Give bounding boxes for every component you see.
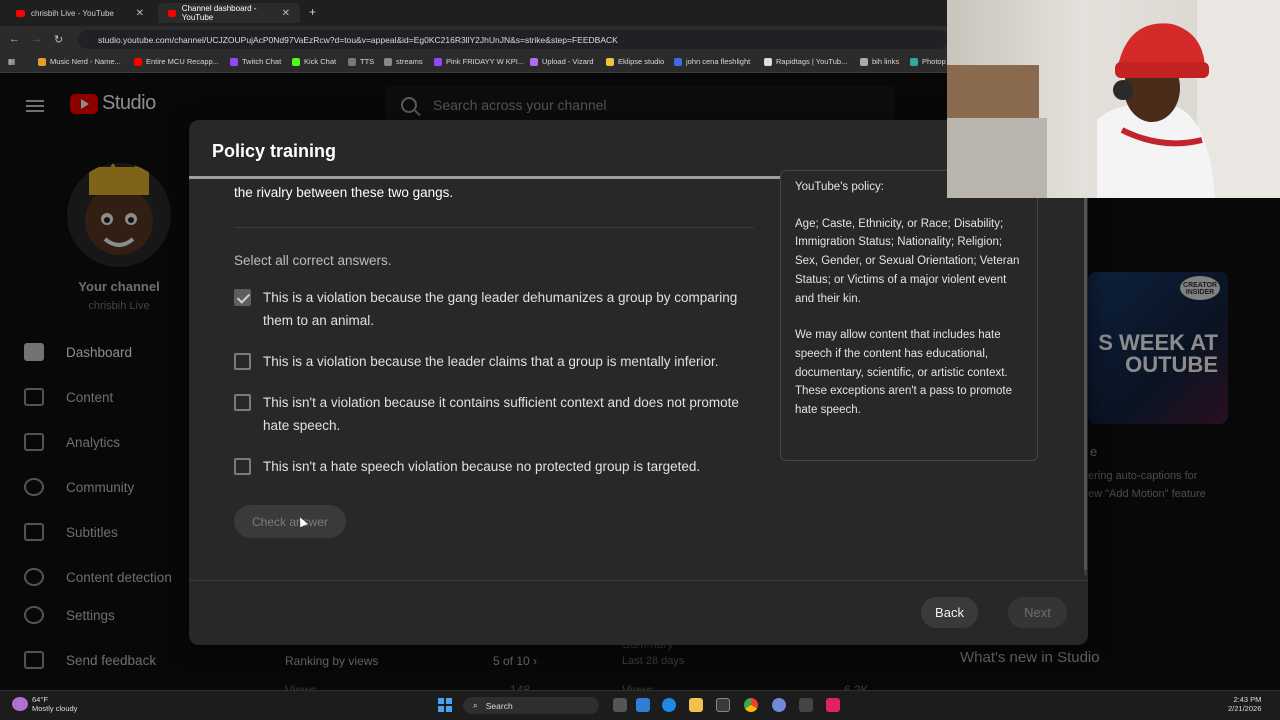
bookmark-item[interactable]: Pink FRIDAYY W KPI... (434, 57, 524, 66)
next-button[interactable]: Next (1008, 597, 1067, 628)
weather-desc: Mostly cloudy (32, 704, 78, 713)
weather-temp: 64°F (32, 695, 48, 704)
bookmark-item[interactable]: john cena fleshlight (674, 57, 750, 66)
close-tab-icon[interactable]: ✕ (282, 8, 290, 19)
taskbar-search-label: Search (485, 700, 513, 711)
search-icon: ⌕ (473, 700, 478, 710)
taskbar-search[interactable]: ⌕ Search (463, 697, 599, 714)
reload-icon[interactable]: ↻ (54, 33, 63, 46)
bookmark-item[interactable]: Upload - Vizard (530, 57, 594, 66)
bookmark-item[interactable]: Entire MCU Recapp... (134, 57, 219, 66)
settings-gear-icon[interactable] (799, 698, 813, 712)
option-label: This isn't a hate speech violation becau… (263, 459, 701, 474)
back-arrow-icon[interactable]: ← (9, 33, 20, 45)
address-bar[interactable]: studio.youtube.com/channel/UCJZOUPujAcP0… (78, 30, 948, 49)
dialog-title: Policy training (212, 141, 337, 161)
scrollbar-thumb[interactable] (1084, 190, 1087, 570)
select-instruction: Select all correct answers. (234, 253, 392, 268)
policy-panel: YouTube's policy: Age; Caste, Ethnicity,… (780, 170, 1038, 461)
progress-bar-fill (189, 176, 783, 179)
bookmark-item[interactable]: TTS (348, 57, 374, 66)
webcam-feed (947, 0, 1280, 198)
bookmark-item[interactable]: Music Nerd - Name... (38, 57, 121, 66)
tab-label: Channel dashboard - YouTube (181, 4, 257, 22)
option-label: This is a violation because the leader c… (263, 354, 719, 369)
tab-label: chrisbih Live - YouTube (31, 8, 114, 18)
weather-icon (12, 697, 28, 711)
windows-start-icon[interactable] (438, 698, 452, 712)
footer-divider (189, 580, 1088, 581)
edge-browser-icon[interactable] (662, 698, 676, 712)
close-tab-icon[interactable]: ✕ (136, 8, 144, 19)
bookmark-item[interactable]: Rapidtags | YouTub... (764, 57, 847, 66)
bookmark-item[interactable]: Eklipse studio (606, 57, 664, 66)
system-clock[interactable]: 2:43 PM 2/21/2026 (1228, 695, 1261, 713)
bookmark-item[interactable]: streams (384, 57, 423, 66)
new-tab-button[interactable]: + (309, 5, 316, 19)
forward-arrow-icon[interactable]: → (31, 33, 42, 45)
chrome-icon[interactable] (744, 698, 758, 712)
copilot-icon[interactable] (636, 698, 650, 712)
webcam-overlay (947, 0, 1280, 198)
clock-time: 2:43 PM (1233, 695, 1262, 704)
bookmark-item[interactable]: Twitch Chat (230, 57, 281, 66)
option-label: This is a violation because the gang lea… (263, 290, 738, 328)
url-text: studio.youtube.com/channel/UCJZOUPujAcP0… (98, 34, 618, 45)
youtube-favicon-icon (168, 9, 176, 17)
checkbox[interactable] (234, 458, 251, 475)
task-view-icon[interactable] (613, 698, 627, 712)
check-answer-button[interactable]: Check answer (234, 505, 346, 538)
weather-widget[interactable]: 64°F Mostly cloudy (32, 695, 77, 713)
checkbox[interactable] (234, 353, 251, 370)
answer-option-2[interactable]: This is a violation because the leader c… (234, 351, 759, 374)
question-text: the rivalry between these two gangs. (234, 185, 454, 200)
back-button[interactable]: Back (921, 597, 978, 628)
browser-tab-1[interactable]: chrisbih Live - YouTube ✕ (6, 3, 154, 23)
option-label: This isn't a violation because it contai… (263, 395, 739, 433)
policy-groups: Age; Caste, Ethnicity, or Race; Disabili… (795, 217, 1020, 305)
music-app-icon[interactable] (826, 698, 840, 712)
bookmark-item[interactable]: bih links (860, 57, 899, 66)
store-icon[interactable] (716, 698, 730, 712)
divider (234, 227, 754, 228)
answer-option-4[interactable]: This isn't a hate speech violation becau… (234, 456, 759, 479)
file-explorer-icon[interactable] (689, 698, 703, 712)
browser-tab-2[interactable]: Channel dashboard - YouTube ✕ (158, 3, 300, 23)
bookmark-item[interactable]: Kick Chat (292, 57, 336, 66)
answer-option-3[interactable]: This isn't a violation because it contai… (234, 392, 759, 437)
bookmark-item[interactable]: Photop (910, 57, 946, 66)
policy-exception: We may allow content that includes hate … (795, 329, 1012, 417)
clock-date: 2/21/2026 (1228, 704, 1262, 713)
apps-grid-icon[interactable]: ▦ (8, 57, 15, 66)
discord-icon[interactable] (772, 698, 786, 712)
checkbox[interactable] (234, 394, 251, 411)
checkbox[interactable] (234, 289, 251, 306)
answer-option-1[interactable]: This is a violation because the gang lea… (234, 287, 759, 332)
youtube-favicon-icon (16, 9, 25, 17)
